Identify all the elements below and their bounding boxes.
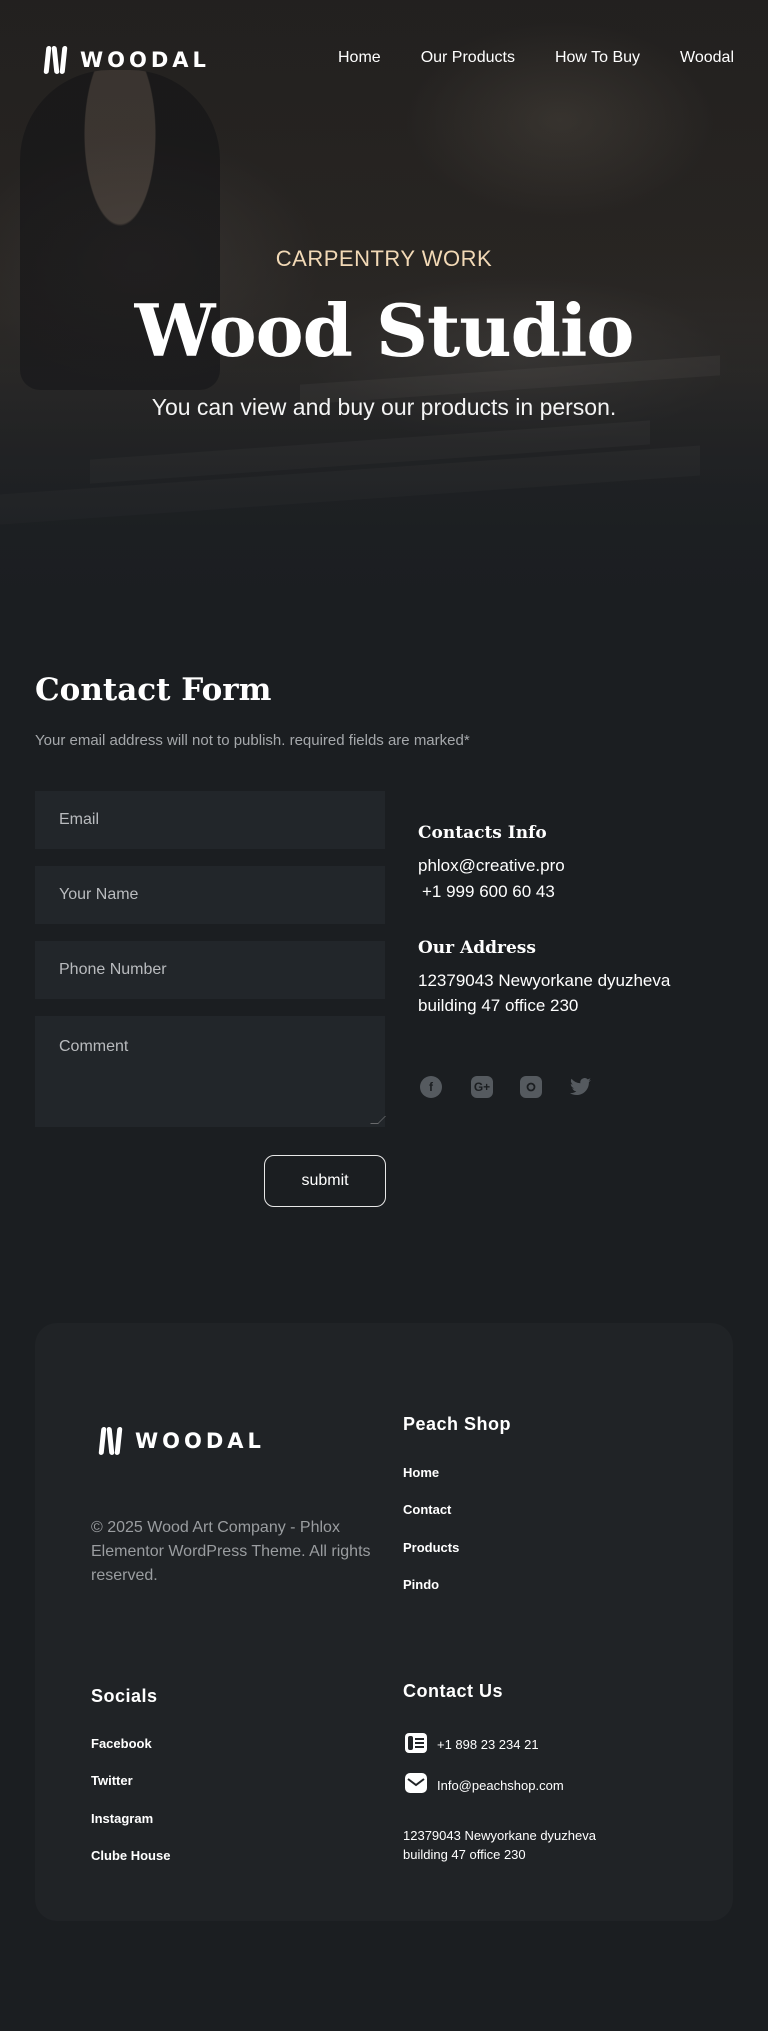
contact-phone[interactable]: +1 999 600 60 43 [422,879,555,904]
nav-home[interactable]: Home [338,49,381,67]
phone-icon [405,1733,427,1753]
comment-field[interactable]: Comment [35,1016,386,1127]
peach-shop-title: Peach Shop [403,1414,512,1434]
footer-address-line-2: building 47 office 230 [403,1847,526,1862]
footer-link-facebook[interactable]: Facebook [91,1736,152,1751]
logo-icon [43,44,68,76]
hero-eyebrow: CARPENTRY WORK [275,246,493,271]
footer-logo-icon [98,1425,123,1457]
twitter-icon[interactable] [570,1076,592,1098]
footer-link-twitter[interactable]: Twitter [91,1773,133,1788]
footer-link-home[interactable]: Home [403,1465,439,1480]
email-field[interactable]: Email [35,791,385,849]
address-line-2: building 47 office 230 [418,996,579,1015]
nav-woodal[interactable]: Woodal [680,49,734,67]
address-title: Our Address [418,938,536,958]
footer-email[interactable]: Info@peachshop.com [437,1776,564,1795]
footer-logo-text: WOODAL [135,1429,265,1453]
footer-link-contact[interactable]: Contact [403,1502,451,1517]
site-logo[interactable]: WOODAL [43,44,210,76]
footer-link-clube-house[interactable]: Clube House [91,1848,170,1863]
footer-logo[interactable]: WOODAL [98,1425,265,1457]
contacts-info-title: Contacts Info [418,823,547,843]
contact-form-title: Contact Form [35,672,272,708]
submit-button[interactable]: submit [264,1155,386,1207]
footer-link-pindo[interactable]: Pindo [403,1577,439,1592]
instagram-icon[interactable] [520,1076,542,1098]
comment-placeholder: Comment [59,1038,129,1055]
footer-phone[interactable]: +1 898 23 234 21 [437,1735,539,1754]
footer-address-line-1: 12379043 Newyorkane dyuzheva [403,1828,596,1843]
contact-email[interactable]: phlox@creative.pro [418,853,565,878]
nav-how-to-buy[interactable]: How To Buy [555,49,640,67]
hero-title: Wood Studio [134,288,635,373]
contact-form-description: Your email address will not to publish. … [35,732,470,749]
footer-link-products[interactable]: Products [403,1540,459,1555]
main-nav: Home Our Products How To Buy Woodal [338,49,734,67]
socials-title: Socials [91,1686,158,1706]
facebook-icon[interactable]: f [420,1076,442,1098]
hero-subtitle: You can view and buy our products in per… [151,394,617,420]
resize-handle[interactable] [370,1116,386,1124]
google-plus-icon[interactable]: G+ [471,1076,493,1098]
address-line-1: 12379043 Newyorkane dyuzheva [418,971,671,990]
phone-field[interactable]: Phone Number [35,941,385,999]
footer-card [35,1323,733,1921]
contact-us-title: Contact Us [403,1681,504,1701]
copyright-text: © 2025 Wood Art Company - Phlox Elemento… [91,1519,371,1584]
envelope-icon [405,1773,427,1793]
logo-text: WOODAL [80,48,210,72]
nav-our-products[interactable]: Our Products [421,49,515,67]
name-field[interactable]: Your Name [35,866,385,924]
footer-link-instagram[interactable]: Instagram [91,1811,153,1826]
